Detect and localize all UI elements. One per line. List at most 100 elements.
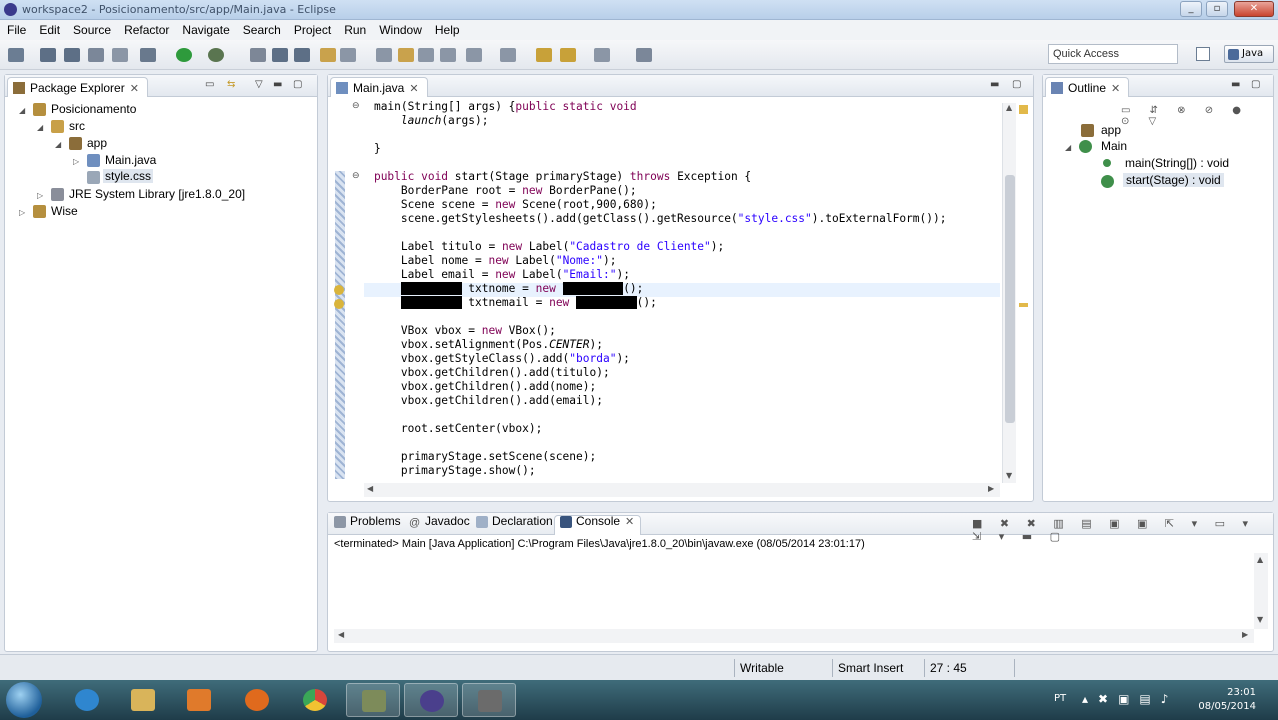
code-line[interactable]: public void start(Stage primaryStage) th… <box>347 170 946 184</box>
code-line[interactable]: scene.getStylesheets().add(getClass().ge… <box>347 212 947 226</box>
code-line[interactable]: vbox.getChildren().add(email); <box>347 394 946 408</box>
external-tools-icon[interactable] <box>208 48 224 62</box>
tree-item-wise[interactable]: Wise <box>51 204 78 218</box>
maximize-button[interactable]: ▫ <box>1206 1 1228 17</box>
warning-icon[interactable] <box>334 299 344 309</box>
code-line[interactable]: root.setCenter(vbox); <box>347 422 946 436</box>
code-line[interactable]: Scene scene = new Scene(root,900,680); <box>347 198 946 212</box>
next-annotation-icon[interactable] <box>466 48 482 62</box>
outline-item-app[interactable]: app <box>1101 123 1121 137</box>
code-line[interactable]: vbox.getChildren().add(titulo); <box>347 366 946 380</box>
tab-problems[interactable]: Problems <box>332 514 401 528</box>
collapsed-arrow-icon[interactable]: ▷ <box>37 191 43 200</box>
tree-item-src[interactable]: src <box>69 119 85 133</box>
new-class-icon[interactable] <box>294 48 310 62</box>
code-line[interactable]: } <box>347 142 946 156</box>
new-java-project-icon[interactable] <box>250 48 266 62</box>
minimize-icon[interactable]: ▬ <box>1231 79 1240 90</box>
outline-item-main-method[interactable]: main(String[]) : void <box>1125 156 1229 170</box>
scroll-right-icon[interactable]: ▶ <box>1242 630 1248 639</box>
taskbar-firefox[interactable] <box>230 683 284 717</box>
minimize-icon[interactable]: ▬ <box>990 79 999 90</box>
debug-icon[interactable] <box>140 48 156 62</box>
expanded-arrow-icon[interactable]: ◢ <box>37 123 43 132</box>
taskbar-media[interactable] <box>172 683 226 717</box>
scroll-left-icon[interactable]: ◀ <box>367 484 373 493</box>
save-all-icon[interactable] <box>64 48 80 62</box>
horizontal-scrollbar[interactable]: ◀ ▶ <box>364 483 1000 497</box>
tab-console[interactable]: Console ✕ <box>558 514 634 528</box>
scroll-up-icon[interactable]: ▲ <box>1006 103 1012 112</box>
view-menu-icon[interactable]: ▽ <box>255 79 263 90</box>
code-line[interactable]: vbox.getChildren().add(nome); <box>347 380 946 394</box>
block-selection-icon[interactable] <box>418 48 434 62</box>
tree-item-jre-library[interactable]: JRE System Library [jre1.8.0_20] <box>69 187 245 201</box>
expanded-arrow-icon[interactable]: ◢ <box>19 106 25 115</box>
code-line[interactable]: main(String[] args) {public static void <box>347 100 946 114</box>
close-icon[interactable]: ✕ <box>409 82 418 95</box>
menu-run[interactable]: Run <box>337 20 372 37</box>
code-line[interactable] <box>347 226 946 240</box>
menu-help[interactable]: Help <box>428 20 466 37</box>
code-line[interactable]: TextField txtnemail = new TextField(); <box>347 296 946 310</box>
scroll-right-icon[interactable]: ▶ <box>988 484 994 493</box>
console-vertical-scrollbar[interactable]: ▲ ▼ <box>1254 553 1268 629</box>
edit-icon[interactable] <box>376 48 392 62</box>
code-line[interactable]: primaryStage.show(); <box>347 464 946 478</box>
minimize-icon[interactable]: ▬ <box>273 79 282 90</box>
new-icon[interactable] <box>8 48 24 62</box>
close-button[interactable]: ✕ <box>1234 1 1274 17</box>
menu-search[interactable]: Search <box>236 20 287 37</box>
code-line[interactable]: Label titulo = new Label("Cadastro de Cl… <box>347 240 946 254</box>
menu-file[interactable]: File <box>0 20 32 37</box>
outline-toolbar[interactable]: ▭ ⇵ ⊗ ⊘ ● ⊙ ▽ <box>1121 105 1273 127</box>
menu-refactor[interactable]: Refactor <box>117 20 175 37</box>
taskbar-app[interactable] <box>346 683 400 717</box>
code-line[interactable]: BorderPane root = new BorderPane(); <box>347 184 946 198</box>
tree-item-main-java[interactable]: Main.java <box>105 153 156 167</box>
code-line[interactable] <box>347 408 946 422</box>
outline-item-main[interactable]: Main <box>1101 139 1127 153</box>
code-line[interactable]: Label email = new Label("Email:"); <box>347 268 946 282</box>
taskbar-recorder[interactable] <box>462 683 516 717</box>
tree-item-app[interactable]: app <box>87 136 107 150</box>
tab-javadoc[interactable]: @ Javadoc <box>407 514 470 529</box>
menu-edit[interactable]: Edit <box>32 20 66 37</box>
outline-item-start-method[interactable]: start(Stage) : void <box>1123 173 1224 187</box>
back-icon[interactable] <box>536 48 552 62</box>
code-line[interactable]: vbox.setAlignment(Pos.CENTER); <box>347 338 946 352</box>
start-button[interactable] <box>6 682 42 718</box>
scroll-down-icon[interactable]: ▼ <box>1006 471 1012 480</box>
collapsed-arrow-icon[interactable]: ▷ <box>19 208 25 217</box>
tray-icons[interactable]: ▴✖▣▤♪ <box>1082 692 1178 706</box>
maximize-icon[interactable]: ▢ <box>1251 79 1260 90</box>
last-edit-icon[interactable] <box>500 48 516 62</box>
java-perspective-button[interactable]: Java <box>1224 45 1274 63</box>
tab-main-java[interactable]: Main.java ✕ <box>330 77 428 97</box>
menu-source[interactable]: Source <box>66 20 117 37</box>
code-line[interactable]: vbox.getStyleClass().add("borda"); <box>347 352 946 366</box>
tab-outline[interactable]: Outline ✕ <box>1045 77 1130 97</box>
taskbar-ie[interactable] <box>60 683 114 717</box>
menu-project[interactable]: Project <box>287 20 337 37</box>
expanded-arrow-icon[interactable]: ◢ <box>55 140 61 149</box>
open-type-icon[interactable] <box>320 48 336 62</box>
console-toolbar[interactable]: ■ ✖ ✖ ▥ ▤ ▣ ▣ ⇱ ▾ ▭ ▾ ⇲ ▾ ▬ ▢ <box>972 517 1273 543</box>
menu-navigate[interactable]: Navigate <box>175 20 235 37</box>
tool-icon[interactable] <box>112 48 128 62</box>
console-horizontal-scrollbar[interactable]: ◀ ▶ <box>334 629 1254 643</box>
show-whitespace-icon[interactable] <box>440 48 456 62</box>
code-line[interactable]: launch(args); <box>347 114 946 128</box>
taskbar-eclipse[interactable] <box>404 683 458 717</box>
close-icon[interactable]: ✕ <box>130 82 139 95</box>
open-perspective-icon[interactable] <box>1196 47 1210 61</box>
scroll-thumb[interactable] <box>1005 175 1015 423</box>
mark-occurrences-icon[interactable] <box>398 48 414 62</box>
minimize-button[interactable]: _ <box>1180 1 1202 17</box>
taskbar-clock[interactable]: 23:01 08/05/2014 <box>1198 686 1256 714</box>
vertical-scrollbar[interactable]: ▼ ▲ <box>1002 103 1016 483</box>
expanded-arrow-icon[interactable]: ◢ <box>1065 143 1071 152</box>
tab-declaration[interactable]: Declaration <box>474 514 553 528</box>
menu-window[interactable]: Window <box>372 20 428 37</box>
forward-icon[interactable] <box>560 48 576 62</box>
